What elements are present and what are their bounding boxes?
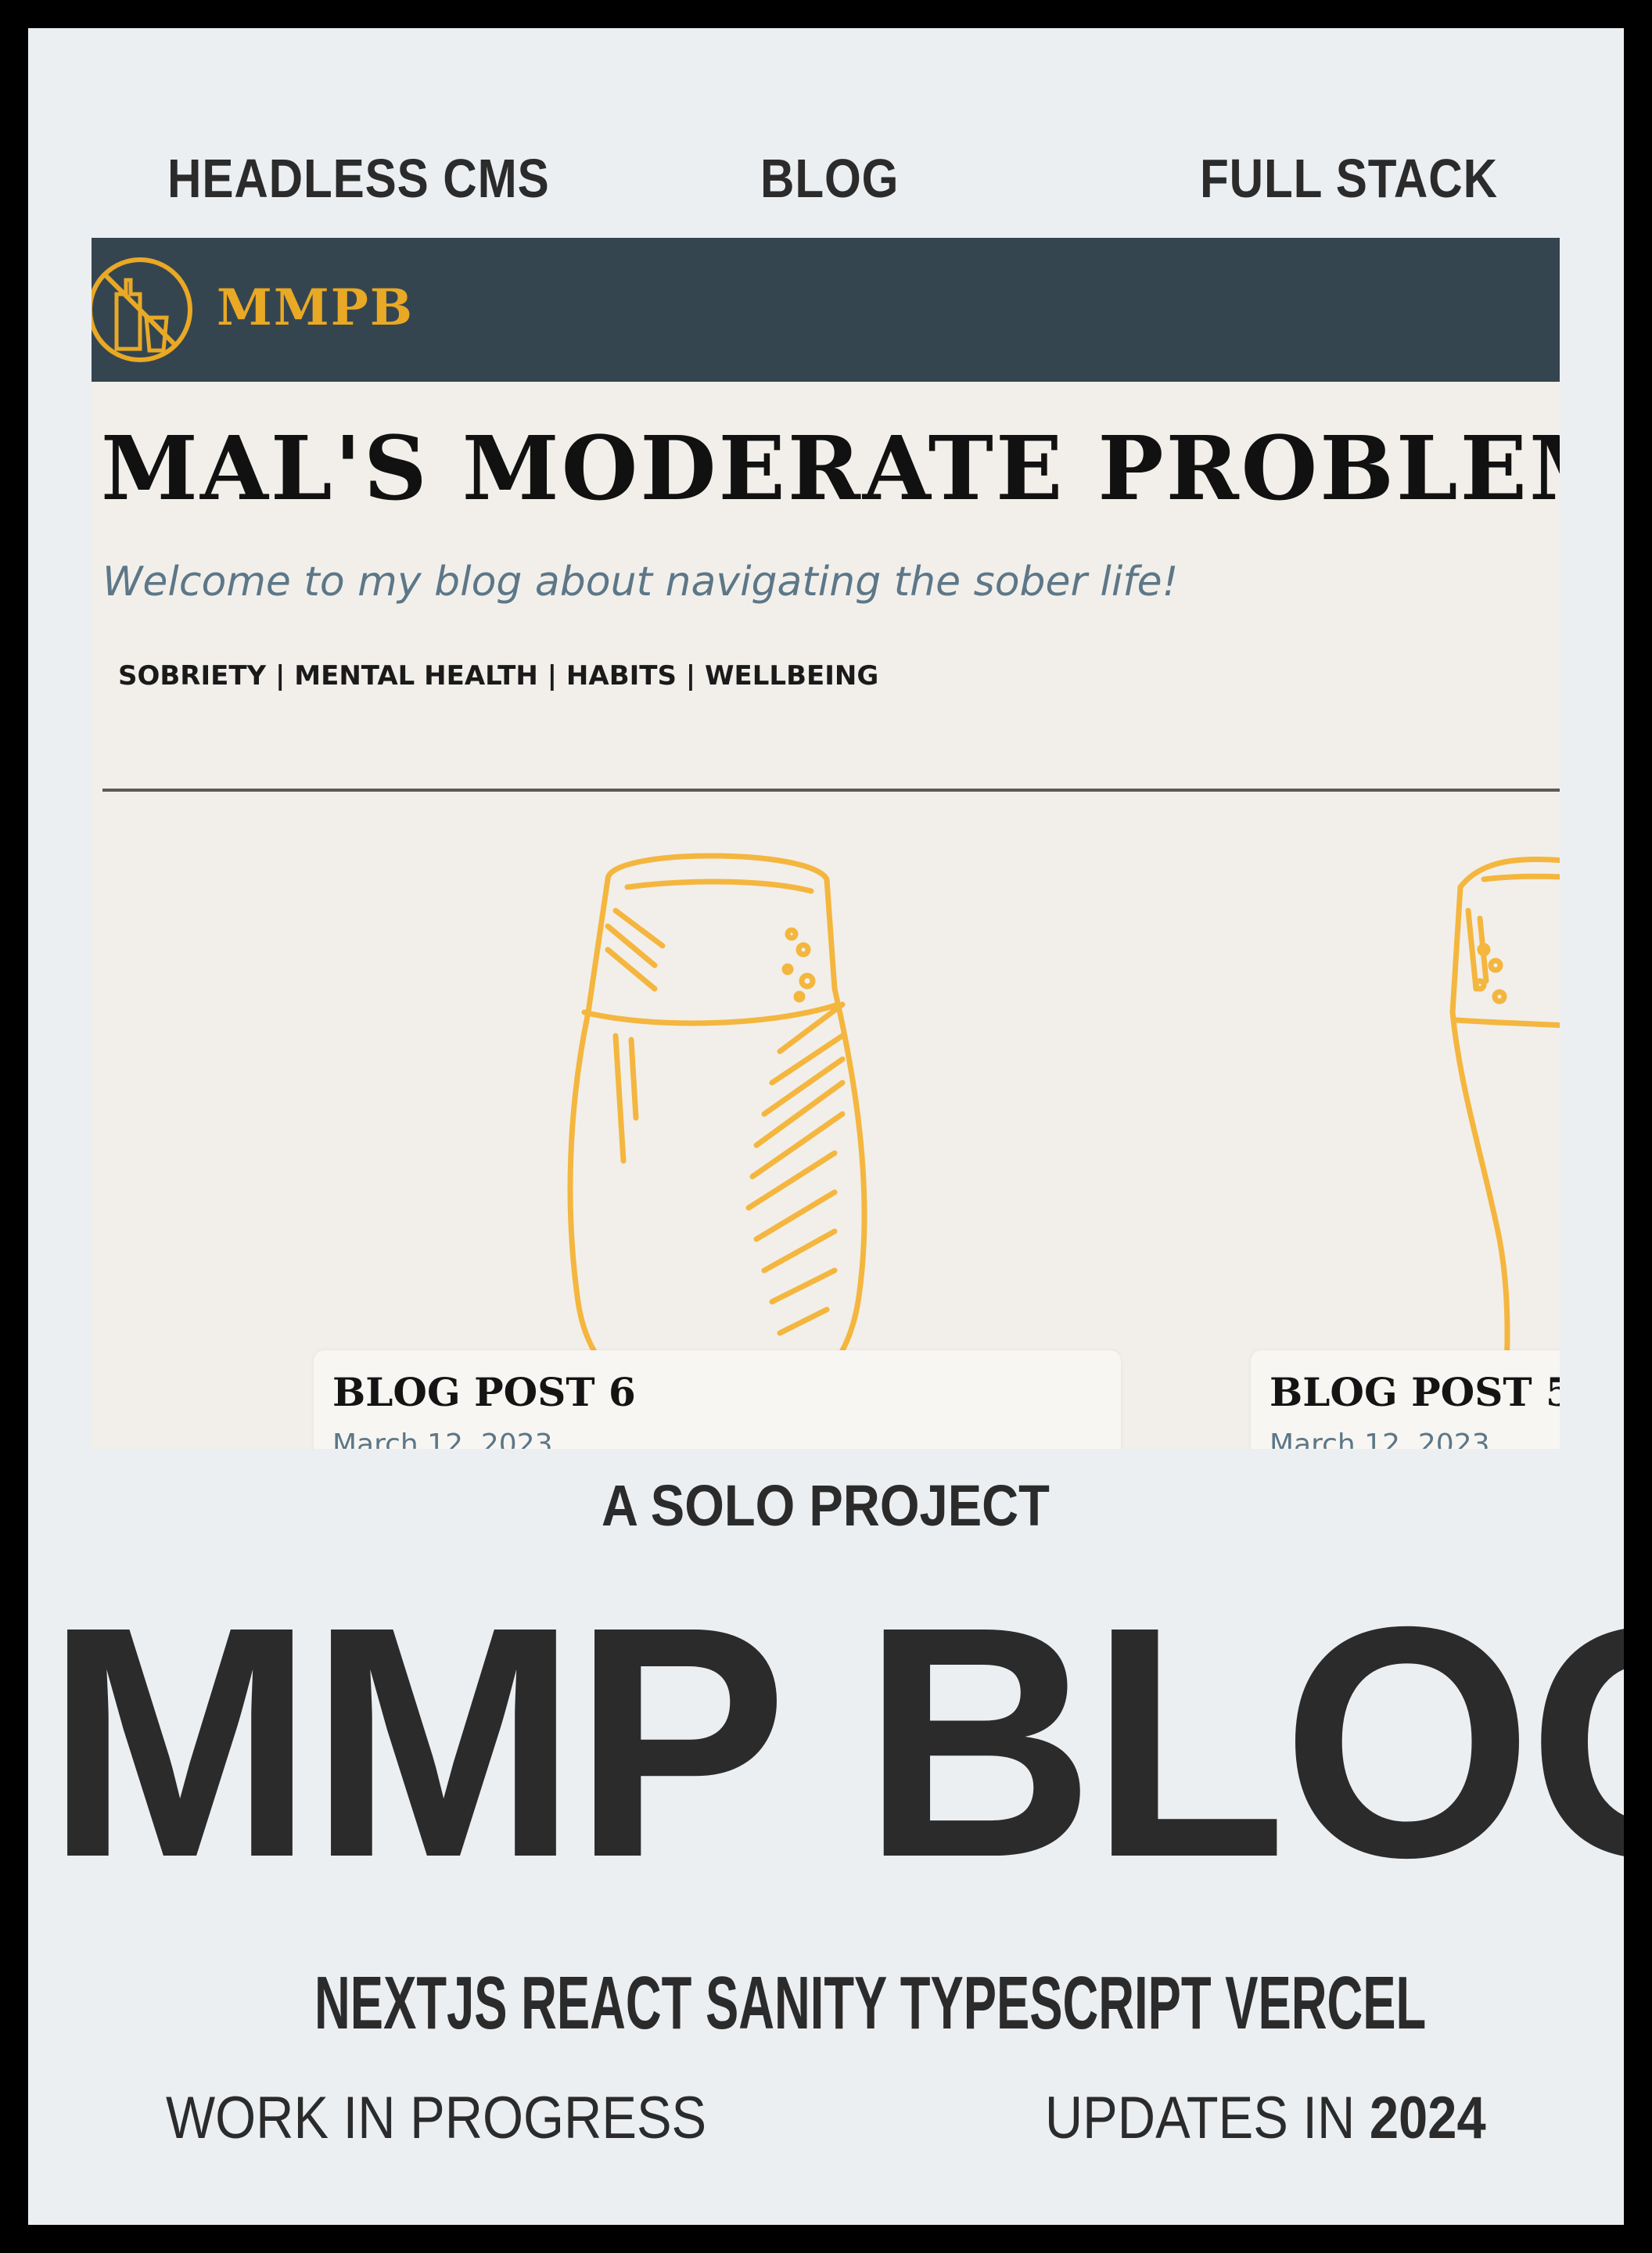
blog-screenshot: MMPB MAL'S MODERATE PROBLEM Welcome to m…	[92, 238, 1560, 1449]
divider	[102, 789, 1560, 792]
blog-navbar: MMPB	[92, 238, 1560, 382]
post-date: March 12, 2023	[332, 1428, 553, 1449]
tag-full-stack: FULL STACK	[1200, 148, 1498, 209]
tech-stack: NEXTJS REACT SANITY TYPESCRIPT VERCEL	[314, 1961, 1427, 2045]
updates-text: UPDATES IN 2024	[1045, 2085, 1486, 2151]
no-drinking-logo-icon[interactable]	[92, 247, 195, 372]
post-title[interactable]: BLOG POST 6	[332, 1369, 636, 1415]
blog-post-card[interactable]: BLOG POST 5 March 12, 2023	[1251, 1350, 1560, 1449]
post-date: March 12, 2023	[1270, 1428, 1490, 1449]
poster: HEADLESS CMS BLOG FULL STACK MMPB MAL'S …	[28, 28, 1624, 2225]
beer-glass-icon	[1449, 856, 1560, 1427]
project-subtitle: A SOLO PROJECT	[602, 1473, 1050, 1538]
blog-categories: SOBRIETY | MENTAL HEALTH | HABITS | WELL…	[118, 660, 879, 692]
blog-title: MAL'S MODERATE PROBLEM	[101, 418, 1560, 520]
post-title[interactable]: BLOG POST 5	[1270, 1369, 1560, 1415]
blog-post-card[interactable]: BLOG POST 6 March 12, 2023	[314, 1350, 1121, 1449]
tag-headless-cms: HEADLESS CMS	[167, 148, 550, 209]
status-text: WORK IN PROGRESS	[166, 2085, 707, 2151]
brand-name[interactable]: MMPB	[217, 278, 414, 337]
updates-year: 2024	[1370, 2085, 1486, 2151]
tag-blog: BLOG	[760, 148, 900, 209]
beer-glass-icon	[567, 853, 867, 1422]
blog-tagline: Welcome to my blog about navigating the …	[102, 559, 1179, 605]
project-headline: MMP BLOG	[45, 1559, 1624, 1926]
